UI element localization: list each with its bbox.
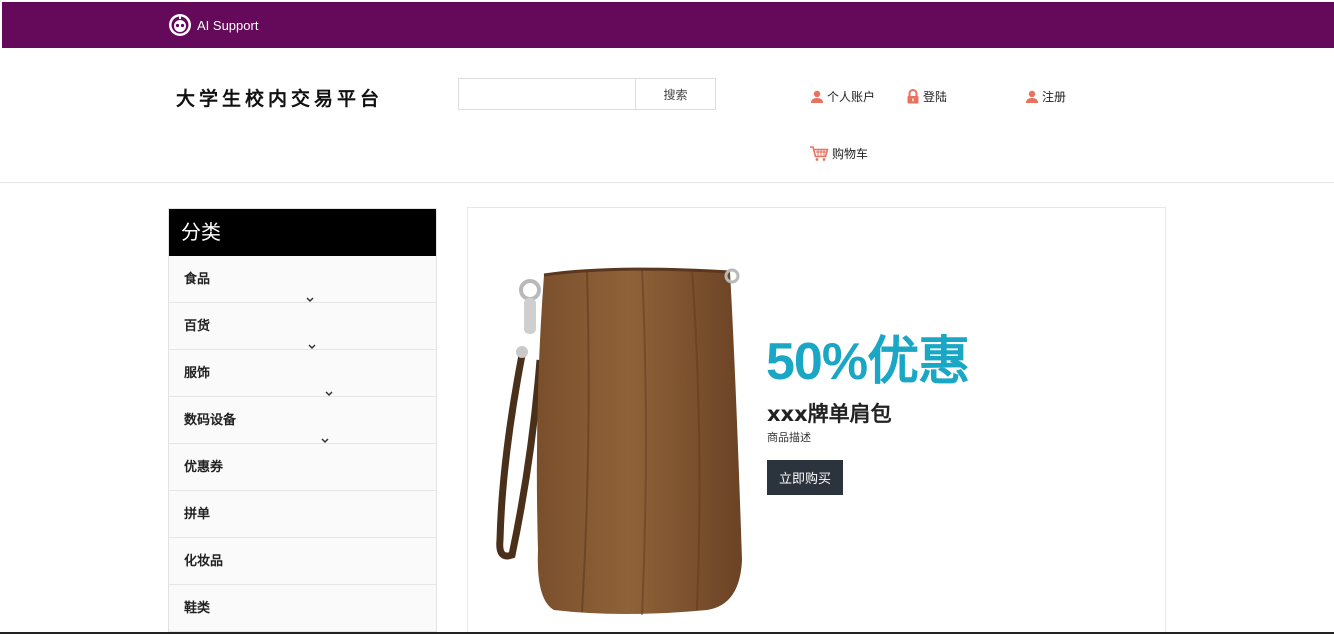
product-image-shoulder-bag bbox=[496, 267, 742, 616]
category-item-label: 化妆品 bbox=[184, 554, 224, 569]
account-link-label: 个人账户 bbox=[827, 90, 876, 104]
promo-banner: 50%优惠 xxx牌单肩包 商品描述 立即购买 bbox=[467, 207, 1166, 634]
search-input[interactable] bbox=[459, 79, 635, 109]
header: 大学生校内交易平台 搜索 个人账户 登陆 注册 购物车 bbox=[0, 48, 1334, 183]
ai-support-link[interactable]: AI Support bbox=[168, 13, 258, 37]
category-item-shoes[interactable]: 鞋类 bbox=[169, 585, 436, 632]
site-title: 大学生校内交易平台 bbox=[176, 88, 384, 110]
category-item-label: 服饰 bbox=[184, 366, 211, 381]
register-link-label: 注册 bbox=[1042, 90, 1067, 104]
search-bar: 搜索 bbox=[458, 78, 716, 110]
product-name: xxx牌单肩包 bbox=[767, 402, 892, 426]
category-title: 分类 bbox=[169, 209, 436, 256]
category-item-label: 拼单 bbox=[184, 507, 211, 522]
category-item-clothing[interactable]: 服饰 bbox=[169, 350, 436, 397]
category-item-cosmetics[interactable]: 化妆品 bbox=[169, 538, 436, 585]
category-item-general-goods[interactable]: 百货 bbox=[169, 303, 436, 350]
buy-now-button[interactable]: 立即购买 bbox=[767, 460, 843, 495]
login-link[interactable]: 登陆 bbox=[906, 88, 947, 105]
category-item-label: 食品 bbox=[184, 272, 211, 287]
category-item-label: 百货 bbox=[184, 319, 211, 334]
cart-link[interactable]: 购物车 bbox=[809, 145, 868, 162]
account-link[interactable]: 个人账户 bbox=[810, 88, 875, 105]
user-icon bbox=[811, 90, 823, 103]
register-link[interactable]: 注册 bbox=[1025, 88, 1066, 105]
category-sidebar: 分类 食品 百货 服饰 数码设备 优惠券 拼单 化妆品 鞋类 bbox=[168, 208, 437, 634]
category-item-label: 鞋类 bbox=[184, 601, 211, 616]
lock-icon bbox=[907, 89, 919, 104]
category-item-food[interactable]: 食品 bbox=[169, 256, 436, 303]
discount-text: 50%优惠 bbox=[766, 333, 970, 391]
category-item-coupons[interactable]: 优惠券 bbox=[169, 444, 436, 491]
shopping-cart-icon bbox=[810, 146, 829, 161]
category-item-label: 数码设备 bbox=[184, 413, 237, 428]
product-description: 商品描述 bbox=[767, 431, 811, 444]
category-item-digital[interactable]: 数码设备 bbox=[169, 397, 436, 444]
ai-support-robot-icon bbox=[169, 14, 191, 36]
category-item-label: 优惠券 bbox=[184, 460, 224, 475]
login-link-label: 登陆 bbox=[923, 90, 948, 104]
search-button[interactable]: 搜索 bbox=[634, 79, 715, 109]
cart-link-label: 购物车 bbox=[832, 147, 869, 161]
user-icon bbox=[1026, 90, 1038, 103]
ai-support-label: AI Support bbox=[197, 17, 259, 33]
top-bar: AI Support bbox=[2, 2, 1334, 48]
category-item-group-buy[interactable]: 拼单 bbox=[169, 491, 436, 538]
